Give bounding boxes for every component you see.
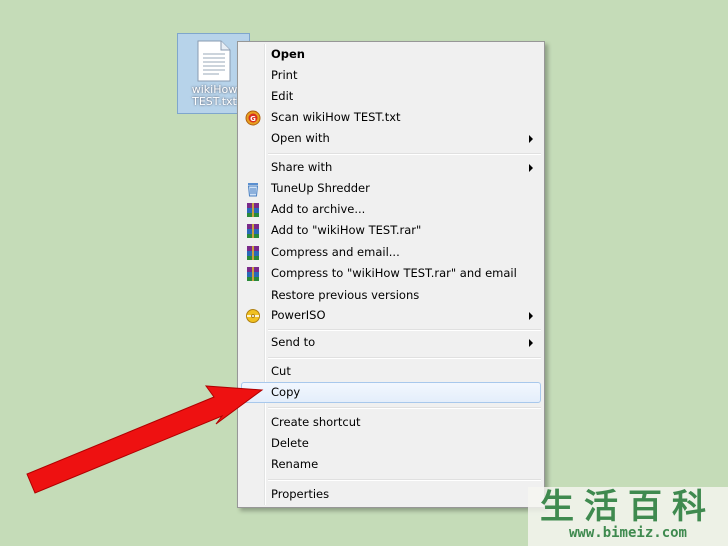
watermark-title: 生活百科 <box>540 487 716 527</box>
watermark: 生活百科 www.bimeiz.com <box>528 487 728 546</box>
red-pointer-arrow-icon <box>26 385 264 494</box>
watermark-url: www.bimeiz.com <box>568 525 687 541</box>
